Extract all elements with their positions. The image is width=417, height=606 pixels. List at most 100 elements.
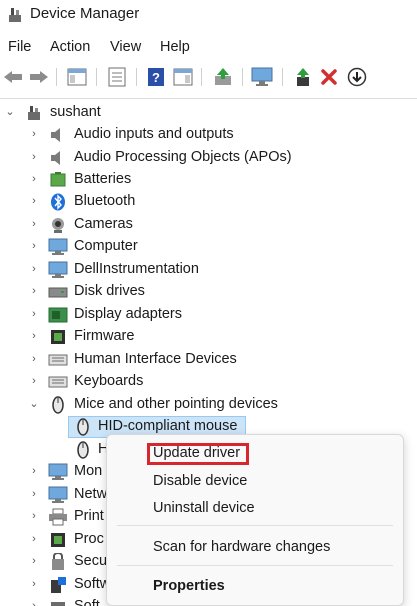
monitor-scan-icon: [251, 67, 273, 86]
security-device-icon: [52, 553, 64, 570]
tree-category-label: Netw: [74, 486, 108, 502]
tree-category[interactable]: › Audio Processing Objects (APOs): [0, 147, 417, 169]
tree-category[interactable]: › Display adapters: [0, 304, 417, 326]
expand-chevron-icon[interactable]: ›: [28, 172, 40, 186]
enable-device-icon: [297, 68, 309, 86]
forward-arrow-icon: [30, 71, 48, 83]
toolbar-separator: [282, 68, 283, 86]
menu-view[interactable]: View: [110, 39, 141, 55]
toolbar-divider: [0, 98, 417, 99]
tree-category[interactable]: › Human Interface Devices: [0, 349, 417, 371]
tree-category[interactable]: › Computer: [0, 236, 417, 258]
forward-button[interactable]: [28, 66, 50, 88]
expand-chevron-icon[interactable]: ›: [28, 487, 40, 501]
tree-category-label: Bluetooth: [74, 193, 136, 209]
mouse-icon: [52, 396, 64, 414]
monitor-icon: [48, 238, 68, 255]
network-adapter-icon: [48, 486, 68, 503]
expand-chevron-icon[interactable]: ›: [28, 262, 40, 276]
expand-chevron-icon[interactable]: ›: [28, 217, 40, 231]
menu-help[interactable]: Help: [160, 39, 190, 55]
disk-drive-icon: [48, 287, 68, 298]
tree-category-label: Proc: [74, 531, 104, 547]
tree-category[interactable]: › Keyboards: [0, 371, 417, 393]
monitor-icon: [48, 463, 68, 480]
expand-chevron-icon[interactable]: ›: [28, 374, 40, 388]
tree-category[interactable]: › DellInstrumentation: [0, 259, 417, 281]
menu-file[interactable]: File: [8, 39, 31, 55]
properties-menu-item[interactable]: Properties: [153, 578, 225, 594]
collapse-chevron-icon[interactable]: ⌄: [4, 105, 16, 119]
down-arrow-circle-icon: [347, 67, 367, 87]
processor-icon: [51, 533, 65, 547]
tree-category-label: Print: [74, 508, 104, 524]
expand-chevron-icon[interactable]: ›: [28, 284, 40, 298]
tree-category-label: Computer: [74, 238, 138, 254]
tree-root[interactable]: ⌄ sushant: [0, 102, 417, 124]
expand-chevron-icon[interactable]: ›: [28, 194, 40, 208]
uninstall-device-toolbar-button[interactable]: [318, 66, 340, 88]
expand-chevron-icon[interactable]: ›: [28, 329, 40, 343]
collapse-chevron-icon[interactable]: ⌄: [28, 397, 40, 411]
action-pane-button[interactable]: [172, 66, 194, 88]
toolbar-separator: [242, 68, 243, 86]
tree-category[interactable]: › Disk drives: [0, 281, 417, 303]
scan-hardware-button[interactable]: [251, 66, 273, 88]
back-button[interactable]: [2, 66, 24, 88]
battery-icon: [50, 172, 66, 187]
window-title: Device Manager: [30, 5, 140, 22]
tree-category-label: Keyboards: [74, 373, 144, 389]
tree-category[interactable]: › Batteries: [0, 169, 417, 191]
speaker-icon: [51, 151, 60, 165]
software-device-icon: [51, 602, 65, 606]
expand-chevron-icon[interactable]: ›: [28, 509, 40, 523]
tree-category-label: DellInstrumentation: [74, 261, 199, 277]
disable-device-menu-item[interactable]: Disable device: [153, 473, 247, 489]
disable-device-button[interactable]: [346, 66, 368, 88]
expand-chevron-icon[interactable]: ›: [28, 352, 40, 366]
expand-chevron-icon[interactable]: ›: [28, 150, 40, 164]
keyboard-icon: [48, 376, 68, 388]
monitor-icon: [48, 261, 68, 278]
properties-button[interactable]: [106, 66, 128, 88]
menu-action[interactable]: Action: [50, 39, 90, 55]
expand-chevron-icon[interactable]: ›: [28, 554, 40, 568]
tree-category[interactable]: › Audio inputs and outputs: [0, 124, 417, 146]
tree-category-label: Softw: [74, 576, 111, 592]
printer-icon: [49, 508, 67, 526]
tree-root-label: sushant: [50, 104, 101, 120]
tree-category-expanded[interactable]: ⌄ Mice and other pointing devices: [0, 394, 417, 416]
tree-category[interactable]: › Cameras: [0, 214, 417, 236]
expand-chevron-icon[interactable]: ›: [28, 307, 40, 321]
menu-bar: File Action View Help: [0, 36, 417, 60]
expand-chevron-icon[interactable]: ›: [28, 127, 40, 141]
menu-separator: [117, 525, 393, 526]
computer-root-icon: [28, 106, 40, 120]
expand-chevron-icon[interactable]: ›: [28, 532, 40, 546]
software-component-icon: [51, 577, 66, 593]
expand-chevron-icon[interactable]: ›: [28, 239, 40, 253]
display-adapter-icon: [48, 307, 68, 323]
help-icon: ?: [148, 68, 164, 86]
properties-sheet-icon: [108, 67, 126, 87]
mouse-icon: [77, 418, 89, 436]
update-driver-icon: [215, 68, 231, 85]
tree-category-label: Audio inputs and outputs: [74, 126, 234, 142]
help-button[interactable]: ?: [145, 66, 167, 88]
uninstall-device-menu-item[interactable]: Uninstall device: [153, 500, 255, 516]
tree-category-label: Soft: [74, 598, 100, 606]
camera-icon: [52, 218, 64, 233]
tree-category[interactable]: › Bluetooth: [0, 191, 417, 213]
update-driver-toolbar-button[interactable]: [212, 66, 234, 88]
show-hide-console-tree-button[interactable]: [66, 66, 88, 88]
update-driver-menu-item[interactable]: Update driver: [153, 445, 240, 461]
menu-separator: [117, 565, 393, 566]
tree-category[interactable]: › Firmware: [0, 326, 417, 348]
expand-chevron-icon[interactable]: ›: [28, 599, 40, 606]
enable-device-button[interactable]: [292, 66, 314, 88]
tree-category-label: Mon: [74, 463, 103, 479]
expand-chevron-icon[interactable]: ›: [28, 577, 40, 591]
tree-category-label: Human Interface Devices: [74, 351, 237, 367]
scan-hardware-menu-item[interactable]: Scan for hardware changes: [153, 539, 330, 555]
expand-chevron-icon[interactable]: ›: [28, 464, 40, 478]
